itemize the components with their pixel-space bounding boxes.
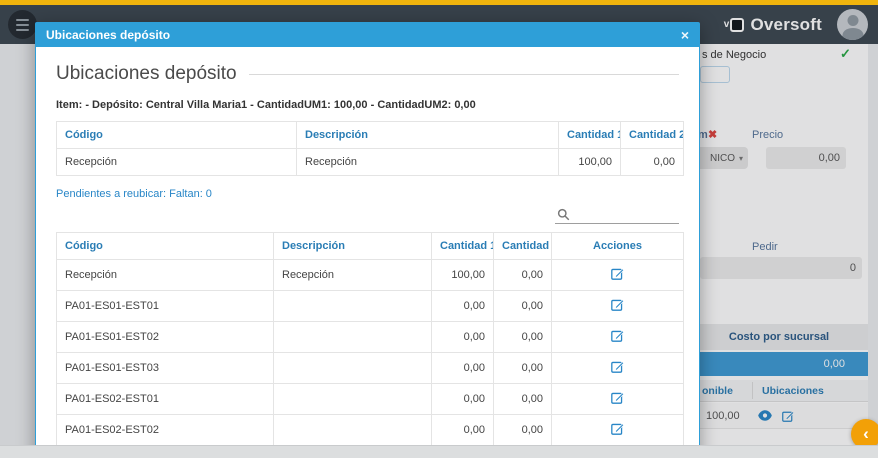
edit-icon[interactable]: [611, 422, 625, 435]
col-acciones: Acciones: [551, 232, 684, 260]
horizontal-scrollbar[interactable]: [0, 445, 878, 458]
heading-divider: [248, 73, 679, 75]
ubicaciones-table: Código Descripción Cantidad 1 Cantidad 2…: [56, 232, 684, 458]
page-title: Ubicaciones depósito: [56, 63, 237, 84]
search-input[interactable]: [576, 208, 677, 221]
top-accent-bar: [0, 0, 878, 5]
col-descripcion: Descripción: [296, 121, 559, 149]
pendientes-link[interactable]: Pendientes a reubicar: Faltan: 0: [56, 188, 679, 200]
col-codigo: Código: [56, 232, 274, 260]
table-row: PA01-ES01-EST03 0,00 0,00: [56, 352, 684, 384]
col-codigo: Código: [56, 121, 297, 149]
modal-body: Ubicaciones depósito Item: - Depósito: C…: [36, 47, 699, 458]
chevron-left-icon: ‹: [863, 424, 869, 443]
search-box: [555, 206, 679, 224]
table-row: PA01-ES02-EST01 0,00 0,00: [56, 383, 684, 415]
screen: v Oversoft s de Negocio ✓ m ✖ Precio NIC…: [0, 0, 878, 458]
close-icon[interactable]: ×: [681, 28, 689, 42]
table-row: PA01-ES01-EST01 0,00 0,00: [56, 290, 684, 322]
item-summary: Item: - Depósito: Central Villa Maria1 -…: [56, 99, 476, 111]
search-icon: [557, 208, 570, 221]
table-row: PA01-ES01-EST02 0,00 0,00: [56, 321, 684, 353]
col-cantidad2: Cantidad 2: [620, 121, 684, 149]
edit-icon[interactable]: [611, 298, 625, 311]
search-row: [56, 206, 679, 224]
edit-icon[interactable]: [611, 391, 625, 404]
ubicaciones-deposito-modal: Ubicaciones depósito × Ubicaciones depós…: [35, 22, 700, 458]
col-cantidad1: Cantidad 1: [558, 121, 621, 149]
edit-icon[interactable]: [611, 329, 625, 342]
edit-icon[interactable]: [611, 267, 625, 280]
modal-title: Ubicaciones depósito: [46, 28, 171, 42]
modal-titlebar: Ubicaciones depósito ×: [36, 23, 699, 47]
col-descripcion: Descripción: [273, 232, 432, 260]
modal-heading-row: Ubicaciones depósito: [56, 63, 679, 85]
edit-icon[interactable]: [611, 360, 625, 373]
col-cantidad2: Cantidad 2: [493, 232, 552, 260]
table-row: Recepción Recepción 100,00 0,00: [56, 259, 684, 291]
summary-table: Código Descripción Cantidad 1 Cantidad 2…: [56, 121, 684, 176]
table-row: Recepción Recepción 100,00 0,00: [56, 148, 684, 176]
col-cantidad1: Cantidad 1: [431, 232, 494, 260]
table-row: PA01-ES02-EST02 0,00 0,00: [56, 414, 684, 446]
